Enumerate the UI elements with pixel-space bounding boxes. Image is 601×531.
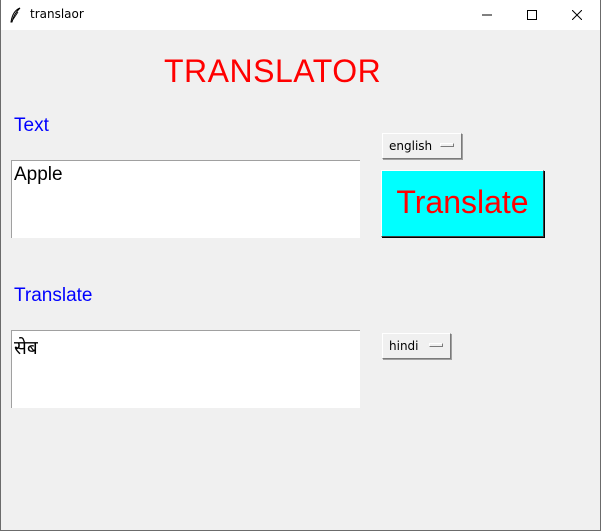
- window-title: translaor: [30, 7, 84, 21]
- source-language-dropdown[interactable]: english: [382, 133, 462, 159]
- source-text-label: Text: [14, 115, 49, 136]
- title-bar[interactable]: translaor: [1, 0, 600, 30]
- source-language-value: english: [389, 139, 433, 153]
- source-text-input[interactable]: Apple: [11, 160, 360, 238]
- page-title: TRANSLATOR: [164, 53, 382, 89]
- feather-icon: [9, 7, 23, 23]
- target-language-dropdown[interactable]: hindi: [382, 333, 451, 359]
- dropdown-indicator-icon: [440, 143, 454, 147]
- close-icon: [572, 10, 582, 20]
- minimize-icon: [482, 14, 492, 16]
- minimize-button[interactable]: [464, 0, 510, 30]
- translate-button[interactable]: Translate: [381, 170, 544, 237]
- output-text-field[interactable]: सेब: [11, 330, 360, 408]
- dropdown-indicator-icon: [429, 343, 443, 347]
- close-button[interactable]: [554, 0, 600, 30]
- output-text-label: Translate: [14, 285, 93, 306]
- target-language-value: hindi: [389, 339, 419, 353]
- maximize-button[interactable]: [509, 0, 555, 30]
- app-window: translaor TRANSLATOR Text Apple english …: [0, 0, 601, 531]
- maximize-icon: [527, 10, 537, 20]
